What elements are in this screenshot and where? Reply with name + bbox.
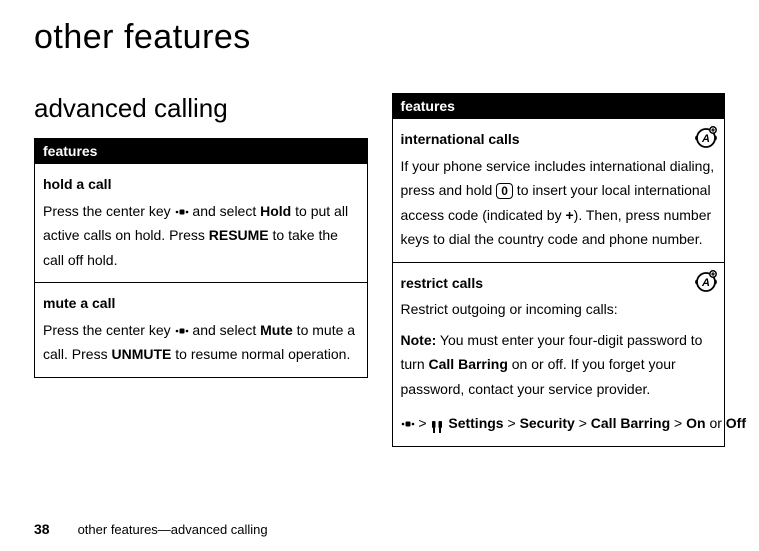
international-icon: A — [694, 269, 718, 293]
table-header: features — [35, 139, 367, 163]
menu-path: > Settings > Security > Call Barring > O… — [401, 411, 717, 436]
path-off: Off — [726, 415, 746, 431]
feature-hold-a-call: hold a call Press the center key and sel… — [35, 163, 367, 282]
feature-name: international calls — [401, 127, 717, 152]
text: to resume normal operation. — [171, 346, 350, 362]
gt: > — [575, 415, 591, 431]
gt: > — [415, 415, 431, 431]
text: Press the center key — [43, 203, 175, 219]
center-key-icon — [401, 419, 415, 429]
right-column: features A international calls If your p… — [392, 93, 726, 447]
feature-international-calls: A international calls If your phone serv… — [393, 118, 725, 262]
or: or — [706, 415, 726, 431]
note-label: Note: — [401, 332, 437, 348]
text: and select — [189, 203, 261, 219]
feature-restrict-calls: A restrict calls Restrict outgoing or in… — [393, 262, 725, 446]
path-call-barring: Call Barring — [591, 415, 670, 431]
bold-hold: Hold — [260, 203, 291, 219]
gt: > — [504, 415, 520, 431]
bold-call-barring: Call Barring — [429, 356, 508, 372]
intro-text: Restrict outgoing or incoming calls: — [401, 297, 717, 322]
bold-resume: RESUME — [209, 227, 269, 243]
bold-unmute: UNMUTE — [111, 346, 171, 362]
text: Press the center key — [43, 322, 175, 338]
svg-text:A: A — [701, 133, 710, 145]
bold-mute: Mute — [260, 322, 293, 338]
footer-text: other features—advanced calling — [78, 522, 268, 537]
feature-name: hold a call — [43, 172, 359, 197]
right-feature-table: features A international calls If your p… — [392, 93, 726, 447]
zero-key-icon: 0 — [496, 183, 513, 199]
path-on: On — [686, 415, 705, 431]
svg-text:A: A — [701, 277, 710, 289]
left-feature-table: features hold a call Press the center ke… — [34, 138, 368, 378]
feature-name: mute a call — [43, 291, 359, 316]
path-security: Security — [520, 415, 575, 431]
center-key-icon — [175, 326, 189, 336]
page-title: other features — [34, 18, 725, 57]
text: and select — [189, 322, 261, 338]
content-columns: advanced calling features hold a call Pr… — [34, 93, 725, 447]
note-text: Note: You must enter your four-digit pas… — [401, 328, 717, 402]
page-number: 38 — [34, 521, 50, 537]
section-title: advanced calling — [34, 93, 368, 124]
feature-mute-a-call: mute a call Press the center key and sel… — [35, 282, 367, 377]
center-key-icon — [175, 207, 189, 217]
feature-name: restrict calls — [401, 271, 717, 296]
page-footer: 38 other features—advanced calling — [34, 521, 268, 537]
path-settings: Settings — [448, 415, 503, 431]
settings-icon — [430, 417, 444, 431]
left-column: advanced calling features hold a call Pr… — [34, 93, 368, 447]
bold-plus: + — [565, 207, 573, 223]
international-icon: A — [694, 125, 718, 149]
gt: > — [670, 415, 686, 431]
table-header: features — [393, 94, 725, 118]
